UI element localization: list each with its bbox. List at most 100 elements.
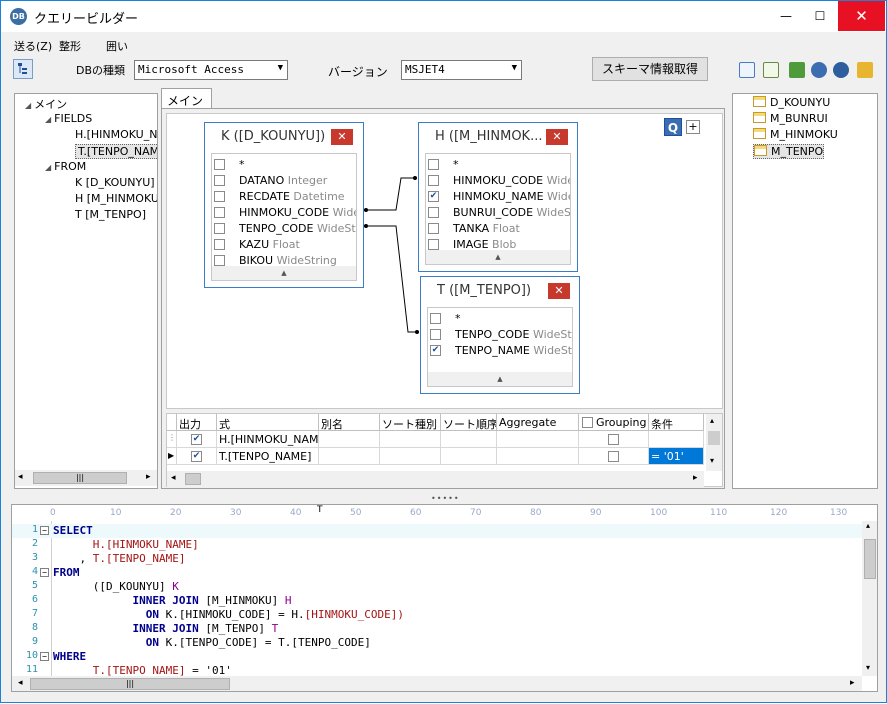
close-icon[interactable]: ✕ bbox=[548, 283, 570, 299]
scrollbar-thumb[interactable]: ||| bbox=[30, 678, 230, 690]
table-list-item[interactable]: D_KOUNYU bbox=[753, 96, 830, 109]
table-box-d-kounyu[interactable]: K ([D_KOUNYU]) ✕ * DATANO Integer RECDATE … bbox=[204, 122, 364, 288]
editor-vertical-scrollbar[interactable]: ▴ ▾ bbox=[862, 521, 877, 676]
grid-header-grouping[interactable]: Grouping bbox=[579, 414, 649, 431]
code-line[interactable]: 6 INNER JOIN [M_HINMOKU] H bbox=[12, 594, 862, 608]
table-field-row[interactable]: DATANO Integer bbox=[212, 172, 356, 188]
table-field-row[interactable]: KAZU Float bbox=[212, 236, 356, 252]
table-field-row[interactable]: BUNRUI_CODE WideStrin bbox=[426, 204, 570, 220]
grid-header[interactable]: ソート順序 bbox=[441, 414, 497, 431]
grid-header[interactable]: Aggregate bbox=[497, 414, 579, 431]
sort-type-cell[interactable] bbox=[380, 431, 441, 448]
fold-toggle-icon[interactable]: − bbox=[40, 526, 49, 535]
sort-order-cell[interactable] bbox=[441, 448, 497, 465]
grid-header[interactable]: ソート種別 bbox=[380, 414, 441, 431]
alias-cell[interactable] bbox=[319, 448, 380, 465]
table-field-row[interactable]: RECDATE Datetime bbox=[212, 188, 356, 204]
field-checkbox[interactable] bbox=[214, 239, 225, 250]
sort-type-cell[interactable] bbox=[380, 448, 441, 465]
code-line[interactable]: 4− FROM bbox=[12, 566, 862, 580]
field-checkbox[interactable]: ✔ bbox=[428, 191, 439, 202]
scrollbar-thumb[interactable] bbox=[864, 539, 876, 579]
scroll-down-icon[interactable]: ▾ bbox=[866, 663, 870, 672]
table-field-row[interactable]: TENPO_CODE WideString bbox=[212, 220, 356, 236]
grid-header[interactable]: 式 bbox=[217, 414, 319, 431]
scroll-left-icon[interactable]: ◂ bbox=[171, 473, 176, 483]
fold-toggle-icon[interactable]: − bbox=[40, 568, 49, 577]
field-list-scroll-arrow-icon[interactable]: ▲ bbox=[428, 372, 572, 386]
table-list-item[interactable]: M_BUNRUI bbox=[753, 112, 828, 125]
table-field-row[interactable]: HINMOKU_CODE WideSt bbox=[426, 172, 570, 188]
expression-cell[interactable]: H.[HINMOKU_NAME] bbox=[217, 431, 319, 448]
code-line[interactable]: 5 ([D_KOUNYU] K bbox=[12, 580, 862, 594]
grouping-cell[interactable] bbox=[579, 431, 649, 448]
field-checkbox[interactable]: ✔ bbox=[430, 345, 441, 356]
code-line[interactable]: 7 ON K.[HINMOKU_CODE] = H.[HINMOKU_CODE]… bbox=[12, 608, 862, 622]
field-list-scroll-arrow-icon[interactable]: ▲ bbox=[426, 250, 570, 264]
table-list-item[interactable]: M_HINMOKU bbox=[753, 128, 838, 141]
code-line[interactable]: 9 ON K.[TENPO_CODE] = T.[TENPO_CODE] bbox=[12, 636, 862, 650]
table-box-m-tenpo[interactable]: T ([M_TENPO]) ✕ *TENPO_CODE WideStrin✔TE… bbox=[420, 276, 580, 394]
field-checkbox[interactable] bbox=[214, 159, 225, 170]
field-checkbox[interactable] bbox=[214, 175, 225, 186]
scrollbar-thumb[interactable] bbox=[708, 431, 720, 445]
grid-header[interactable]: 条件 bbox=[649, 414, 704, 431]
sort-order-cell[interactable] bbox=[441, 431, 497, 448]
field-checkbox[interactable] bbox=[430, 329, 441, 340]
field-checkbox[interactable] bbox=[430, 313, 441, 324]
field-checkbox[interactable] bbox=[214, 223, 225, 234]
alias-cell[interactable] bbox=[319, 431, 380, 448]
code-line[interactable]: 8 INNER JOIN [M_TENPO] T bbox=[12, 622, 862, 636]
aggregate-cell[interactable] bbox=[497, 431, 579, 448]
field-checkbox[interactable] bbox=[428, 223, 439, 234]
code-line[interactable]: 3 , T.[TENPO_NAME] bbox=[12, 552, 862, 566]
condition-cell[interactable] bbox=[649, 431, 704, 448]
grid-header[interactable]: 出力 bbox=[177, 414, 217, 431]
grouping-cell[interactable] bbox=[579, 448, 649, 465]
scroll-left-icon[interactable]: ◂ bbox=[18, 678, 23, 688]
field-list-scroll-arrow-icon[interactable]: ▲ bbox=[212, 266, 356, 280]
grid-header[interactable]: 別名 bbox=[319, 414, 380, 431]
output-checkbox[interactable]: ✔ bbox=[191, 434, 202, 445]
code-line[interactable]: 2 H.[HINMOKU_NAME] bbox=[12, 538, 862, 552]
grouping-checkbox[interactable] bbox=[582, 417, 593, 428]
expression-cell[interactable]: T.[TENPO_NAME] bbox=[217, 448, 319, 465]
table-field-row[interactable]: ✔ HINMOKU_NAME WideSt bbox=[426, 188, 570, 204]
scroll-down-icon[interactable]: ▾ bbox=[710, 456, 714, 465]
field-checkbox[interactable] bbox=[428, 175, 439, 186]
splitter-handle[interactable]: ••••• bbox=[431, 494, 460, 503]
grouping-checkbox[interactable] bbox=[608, 451, 619, 462]
scroll-up-icon[interactable]: ▴ bbox=[866, 521, 870, 530]
code-line[interactable]: 1− SELECT bbox=[12, 524, 862, 538]
output-checkbox[interactable]: ✔ bbox=[191, 451, 202, 462]
table-field-row[interactable]: * bbox=[212, 156, 356, 172]
field-checkbox[interactable] bbox=[214, 191, 225, 202]
table-field-row[interactable]: HINMOKU_CODE WideSt bbox=[212, 204, 356, 220]
field-checkbox[interactable] bbox=[214, 255, 225, 266]
table-list-item[interactable]: M_TENPO bbox=[753, 144, 825, 159]
close-icon[interactable]: ✕ bbox=[546, 129, 568, 145]
scroll-up-icon[interactable]: ▴ bbox=[710, 416, 714, 425]
scrollbar-thumb[interactable] bbox=[185, 473, 201, 485]
table-field-row[interactable]: * bbox=[428, 310, 572, 326]
scroll-right-icon[interactable]: ▸ bbox=[850, 678, 855, 688]
field-checkbox[interactable] bbox=[428, 239, 439, 250]
table-field-row[interactable]: * bbox=[426, 156, 570, 172]
field-checkbox[interactable] bbox=[214, 207, 225, 218]
grid-vertical-scrollbar[interactable]: ▴ ▾ bbox=[706, 414, 722, 471]
table-field-row[interactable]: TANKA Float bbox=[426, 220, 570, 236]
output-cell[interactable]: ✔ bbox=[177, 448, 217, 465]
grouping-checkbox[interactable] bbox=[608, 434, 619, 445]
scroll-right-icon[interactable]: ▸ bbox=[693, 473, 698, 483]
table-box-m-hinmoku[interactable]: H ([M_HINMOK... ✕ *HINMOKU_CODE WideSt✔H… bbox=[418, 122, 578, 272]
output-cell[interactable]: ✔ bbox=[177, 431, 217, 448]
table-field-row[interactable]: TENPO_CODE WideStrin bbox=[428, 326, 572, 342]
code-line[interactable]: 10− WHERE bbox=[12, 650, 862, 664]
condition-cell-selected[interactable]: = '01' bbox=[649, 448, 704, 465]
fold-toggle-icon[interactable]: − bbox=[40, 652, 49, 661]
editor-horizontal-scrollbar[interactable]: ◂ ||| ▸ bbox=[12, 676, 862, 691]
table-field-row[interactable]: ✔ TENPO_NAME WideStrin bbox=[428, 342, 572, 358]
close-icon[interactable]: ✕ bbox=[331, 129, 353, 145]
aggregate-cell[interactable] bbox=[497, 448, 579, 465]
field-checkbox[interactable] bbox=[428, 159, 439, 170]
